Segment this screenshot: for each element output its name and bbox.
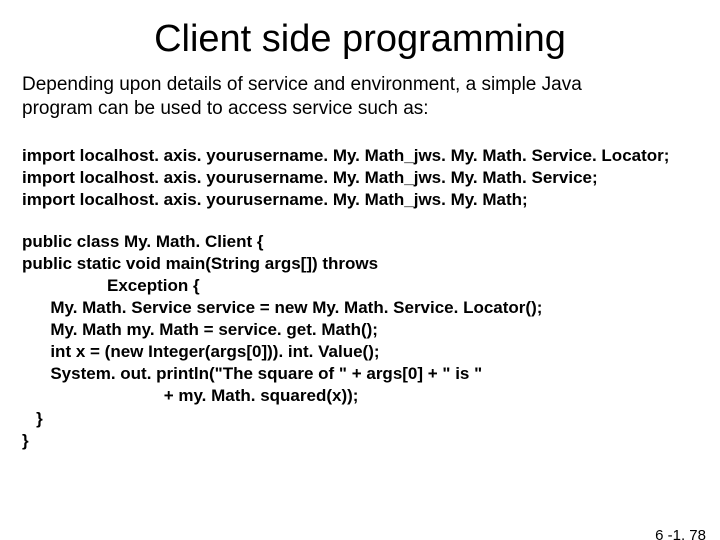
slide: Client side programming Depending upon d… [0,18,720,540]
code-line: public static void main(String args[]) t… [22,254,378,273]
import-line: import localhost. axis. yourusername. My… [22,168,598,187]
code-line: + my. Math. squared(x)); [22,386,358,405]
code-line: int x = (new Integer(args[0])). int. Val… [22,342,380,361]
intro-text: Depending upon details of service and en… [22,73,720,121]
code-line: public class My. Math. Client { [22,232,264,251]
intro-line-1: Depending upon details of service and en… [22,74,582,95]
import-line: import localhost. axis. yourusername. My… [22,190,528,209]
code-line: System. out. println("The square of " + … [22,364,482,383]
intro-line-2: program can be used to access service su… [22,98,429,119]
code-line: } [22,431,29,450]
page-number: 6 -1. 78 [655,527,706,540]
code-block: public class My. Math. Client { public s… [22,231,720,452]
import-line: import localhost. axis. yourusername. My… [22,146,669,165]
code-line: My. Math my. Math = service. get. Math()… [22,320,378,339]
slide-title: Client side programming [0,18,720,61]
code-line: } [22,409,43,428]
code-line: Exception { [22,276,200,295]
code-line: My. Math. Service service = new My. Math… [22,298,542,317]
import-block: import localhost. axis. yourusername. My… [22,145,720,211]
